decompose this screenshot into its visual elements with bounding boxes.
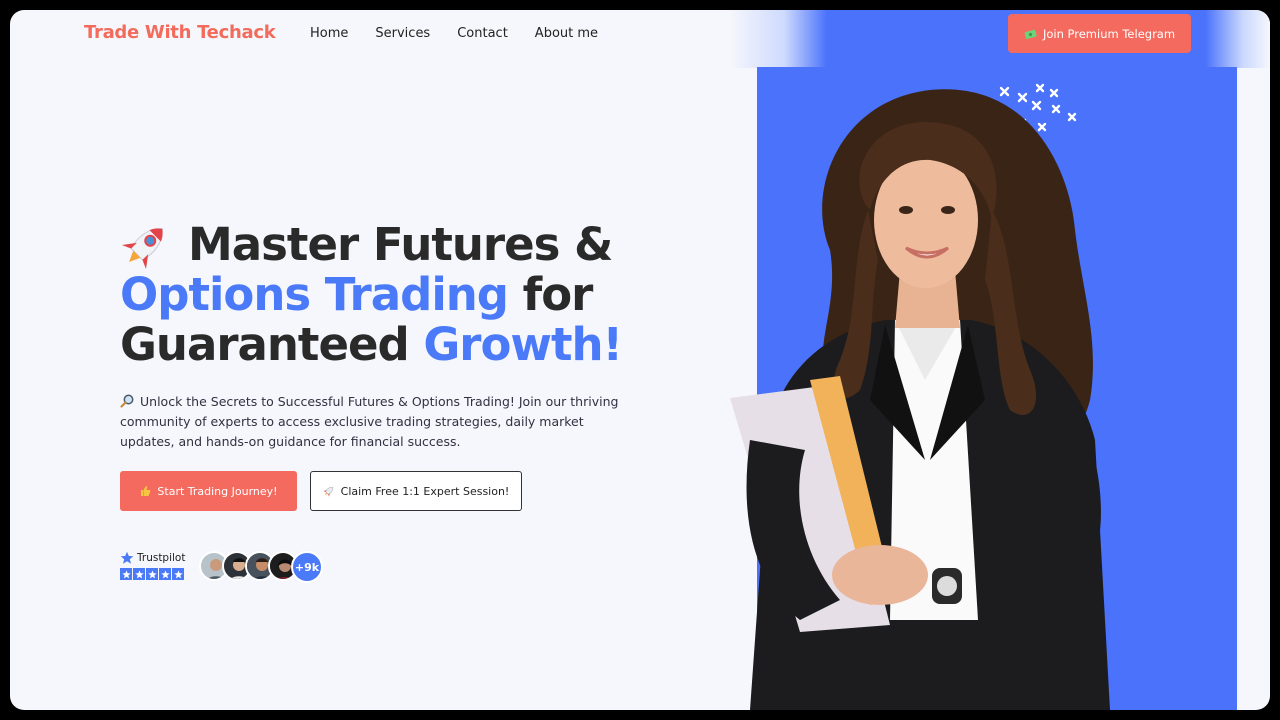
start-trading-label: Start Trading Journey!: [157, 484, 278, 498]
trustpilot-label: Trustpilot: [137, 552, 186, 564]
star-icon: [133, 568, 145, 580]
nav-item-home[interactable]: Home: [310, 26, 348, 41]
headline-line-3: Guaranteed Growth!: [120, 318, 623, 371]
star-icon: [172, 568, 184, 580]
nav-item-about[interactable]: About me: [535, 26, 598, 41]
main-nav: Home Services Contact About me: [310, 26, 625, 41]
claim-session-label: Claim Free 1:1 Expert Session!: [340, 484, 510, 498]
join-telegram-label: Join Premium Telegram: [1042, 26, 1176, 41]
magnifier-icon: [120, 394, 134, 408]
headline-text-3: Guaranteed: [120, 318, 424, 371]
headline-line-1: Master Futures &: [120, 220, 622, 270]
hero-description-text: Unlock the Secrets to Successful Futures…: [120, 394, 619, 449]
headline-text-1: Master Futures &: [188, 218, 613, 271]
site-logo[interactable]: Trade With Techack: [84, 22, 276, 43]
headline-highlight-options: Options Trading: [120, 268, 509, 321]
star-icon: [159, 568, 171, 580]
headline-line-2: Options Trading for: [120, 270, 622, 320]
thumbs-up-icon: [141, 486, 151, 496]
nav-item-contact[interactable]: Contact: [457, 26, 508, 41]
rating-stars: [120, 568, 185, 580]
trustpilot-badge[interactable]: Trustpilot: [120, 551, 185, 580]
start-trading-button[interactable]: Start Trading Journey!: [120, 471, 297, 511]
woman-with-folder-illustration: [730, 89, 1110, 710]
claim-session-button[interactable]: Claim Free 1:1 Expert Session!: [310, 471, 522, 511]
star-icon: [146, 568, 158, 580]
rocket-icon: [121, 228, 163, 270]
community-avatars: +9k: [199, 551, 323, 583]
hero-description: Unlock the Secrets to Successful Futures…: [120, 392, 640, 452]
trustpilot-star-icon: [120, 551, 134, 564]
rocket-small-icon: [322, 486, 333, 497]
more-members-badge: +9k: [291, 551, 323, 583]
headline-highlight-growth: Growth!: [423, 318, 623, 371]
money-icon: [1024, 29, 1037, 39]
page: Trade With Techack Home Services Contact…: [10, 10, 1270, 710]
hero-headline: Master Futures & Options Trading for Gua…: [120, 220, 623, 371]
trustpilot-header: Trustpilot: [120, 551, 185, 565]
headline-text-2: for: [508, 268, 594, 321]
join-telegram-button[interactable]: Join Premium Telegram: [1008, 14, 1191, 53]
star-icon: [120, 568, 132, 580]
nav-item-services[interactable]: Services: [375, 26, 430, 41]
